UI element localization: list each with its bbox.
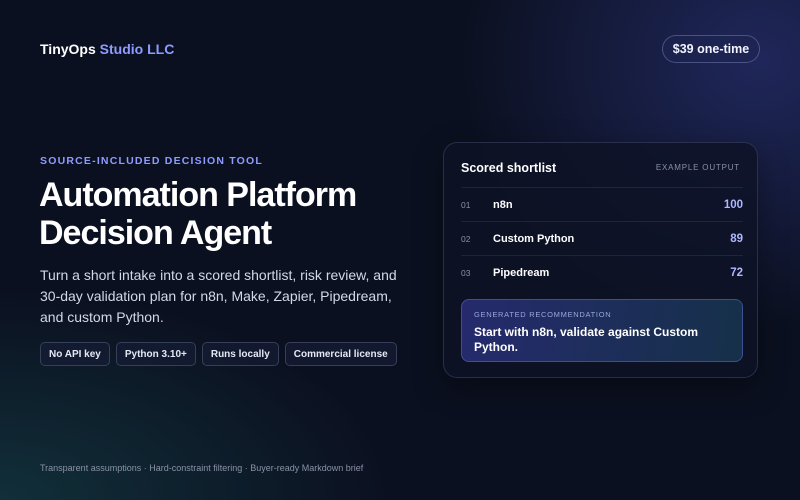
shortlist-row: 03 Pipedream 72 <box>461 255 743 289</box>
tag-no-api-key: No API key <box>40 342 110 366</box>
tag-runs-locally: Runs locally <box>201 342 279 366</box>
tag-python-version: Python 3.10+ <box>115 342 196 366</box>
brand-accent: Studio LLC <box>99 41 175 57</box>
page-title: Automation Platform Decision Agent <box>39 176 399 252</box>
recommendation-box: GENERATED RECOMMENDATION Start with n8n,… <box>461 299 743 362</box>
price-badge[interactable]: $39 one-time <box>662 35 760 63</box>
hero-description: Turn a short intake into a scored shortl… <box>40 267 397 325</box>
row-rank: 02 <box>461 233 471 244</box>
shortlist-row: 02 Custom Python 89 <box>461 221 743 255</box>
feature-tags: No API key Python 3.10+ Runs locally Com… <box>40 342 397 366</box>
card-title: Scored shortlist <box>461 161 557 175</box>
page-title-line-2: Decision Agent <box>39 214 272 252</box>
shortlist-row: 01 n8n 100 <box>461 187 743 221</box>
recommendation-label: GENERATED RECOMMENDATION <box>474 310 612 319</box>
row-name: Pipedream <box>493 266 550 279</box>
row-name: Custom Python <box>493 232 575 245</box>
page-title-line-1: Automation Platform <box>39 176 357 214</box>
shortlist-card: Scored shortlist EXAMPLE OUTPUT 01 n8n 1… <box>443 142 758 378</box>
row-score: 72 <box>730 266 743 279</box>
row-name: n8n <box>493 198 513 211</box>
brand-logo: TinyOps Studio LLC <box>40 41 174 57</box>
card-label: EXAMPLE OUTPUT <box>655 163 740 172</box>
tag-commercial-license: Commercial license <box>284 342 397 366</box>
row-rank: 03 <box>461 267 471 278</box>
recommendation-text: Start with n8n, validate against Custom … <box>474 325 699 354</box>
row-score: 100 <box>723 198 743 211</box>
row-rank: 01 <box>461 199 471 210</box>
brand-name: TinyOps <box>40 41 96 57</box>
hero-eyebrow: SOURCE-INCLUDED DECISION TOOL <box>40 155 264 167</box>
row-score: 89 <box>730 232 743 245</box>
shortlist-list: 01 n8n 100 02 Custom Python 89 03 Pipedr… <box>461 187 743 289</box>
footer-features: Transparent assumptions · Hard-constrain… <box>40 463 364 473</box>
